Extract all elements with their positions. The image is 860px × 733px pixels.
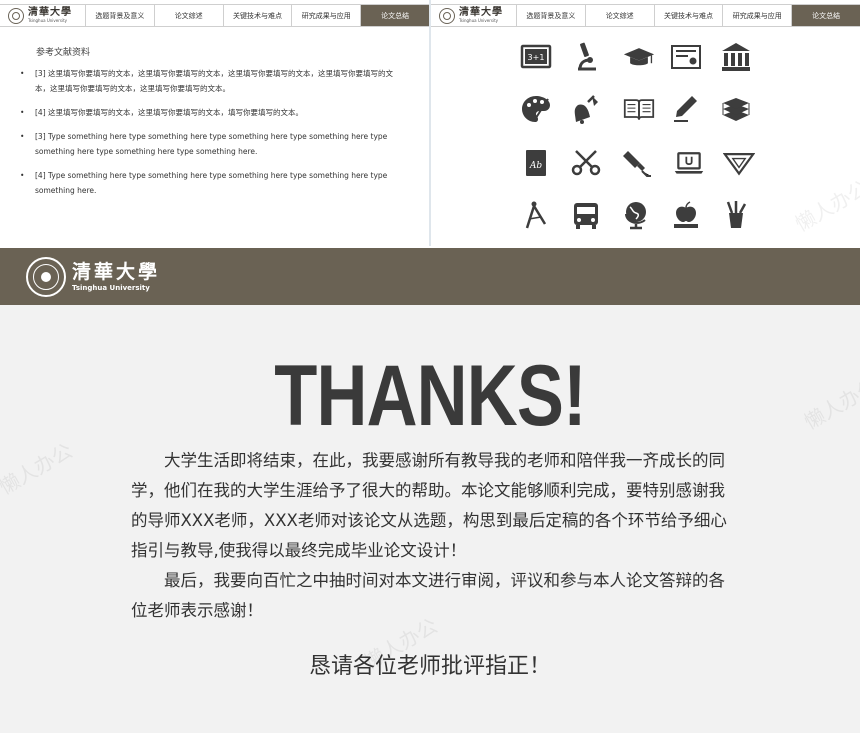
highlighter-icon <box>619 146 653 180</box>
references-title: 参考文献资料 <box>36 48 91 58</box>
university-seal-icon <box>8 7 24 24</box>
closing-remark: 恳请各位老师批评指正！ <box>308 654 551 679</box>
logo-english-name: Tsinghua University <box>28 18 68 23</box>
reference-item: [4] Type something here type something h… <box>20 168 405 198</box>
watermark: 懒人办公 <box>791 175 860 237</box>
blackboard-icon: 3+1 <box>519 40 553 74</box>
notebook-label: Ab <box>529 161 542 171</box>
slide-thanks: 清華大學 Tsinghua University THANKS! 大学生活即将结… <box>0 248 860 733</box>
compass-icon <box>519 198 553 232</box>
banner-english-name: Tsinghua University <box>72 284 150 292</box>
pencil-icon <box>669 92 703 126</box>
school-bus-icon <box>569 198 603 232</box>
acknowledgement-paragraph: 大学生活即将结束，在此，我要感谢所有教导我的老师和陪伴我一齐成长的同学，他们在我… <box>131 451 727 560</box>
education-icon-grid: 3+1 Ab <box>519 40 769 240</box>
slide-references: 清華大學 Tsinghua University 选题背景及意义 论文综述 关键… <box>0 0 429 246</box>
thanks-heading: THANKS! <box>274 348 586 444</box>
banner-chinese-name: 清華大學 <box>72 261 161 283</box>
university-logo[interactable]: 清華大學 Tsinghua University <box>0 5 86 26</box>
university-logo[interactable]: 清華大學 Tsinghua University <box>431 5 517 26</box>
nav-bar: 清華大學 Tsinghua University 选题背景及意义 论文综述 关键… <box>431 4 860 27</box>
reference-item: [3] 这里填写你要填写的文本，这里填写你要填写的文本，这里填写你要填写的文本，… <box>20 66 405 96</box>
laptop-icon <box>669 146 709 180</box>
logo-english-name: Tsinghua University <box>459 18 499 23</box>
tab-background[interactable]: 选题背景及意义 <box>517 5 586 26</box>
certificate-icon <box>669 40 703 74</box>
palette-icon <box>519 92 553 126</box>
tab-summary[interactable]: 论文总结 <box>361 5 429 26</box>
tab-key-tech[interactable]: 关键技术与难点 <box>655 5 724 26</box>
microscope-icon <box>569 40 603 74</box>
apple-books-icon <box>669 198 703 232</box>
tab-key-tech[interactable]: 关键技术与难点 <box>224 5 293 26</box>
open-book-icon <box>619 92 659 126</box>
university-seal-icon <box>439 7 455 24</box>
tab-review[interactable]: 论文综述 <box>155 5 224 26</box>
nav-bar: 清華大學 Tsinghua University 选题背景及意义 论文综述 关键… <box>0 4 429 27</box>
set-square-icon <box>719 146 759 180</box>
globe-icon <box>619 198 653 232</box>
notebook-icon: Ab <box>519 146 553 180</box>
tab-review[interactable]: 论文综述 <box>586 5 655 26</box>
tab-summary[interactable]: 论文总结 <box>792 5 860 26</box>
graduation-cap-icon <box>619 40 659 74</box>
slide-icons: 清華大學 Tsinghua University 选题背景及意义 论文综述 关键… <box>431 0 860 246</box>
scissors-icon <box>569 146 603 180</box>
watermark: 懒人办公 <box>800 373 860 435</box>
pencil-cup-icon <box>719 198 753 232</box>
museum-icon <box>719 40 753 74</box>
reference-list: [3] 这里填写你要填写的文本，这里填写你要填写的文本，这里填写你要填写的文本，… <box>20 66 405 207</box>
book-stack-icon <box>719 92 753 126</box>
watermark: 懒人办公 <box>0 438 77 500</box>
tab-results[interactable]: 研究成果与应用 <box>292 5 362 26</box>
logo-chinese-name: 清華大學 <box>28 7 72 18</box>
university-banner: 清華大學 Tsinghua University <box>0 248 860 305</box>
acknowledgement-paragraph: 最后，我要向百忙之中抽时间对本文进行审阅，评议和参与本人论文答辩的各位老师表示感… <box>131 571 725 620</box>
reference-item: [4] 这里填写你要填写的文本，这里填写你要填写的文本，填写你要填写的文本。 <box>20 105 405 120</box>
university-seal-icon <box>26 256 66 297</box>
tab-results[interactable]: 研究成果与应用 <box>723 5 793 26</box>
bell-icon <box>569 92 603 126</box>
reference-item: [3] Type something here type something h… <box>20 129 405 159</box>
tab-background[interactable]: 选题背景及意义 <box>86 5 155 26</box>
logo-chinese-name: 清華大學 <box>459 7 503 18</box>
blackboard-label: 3+1 <box>528 53 545 62</box>
